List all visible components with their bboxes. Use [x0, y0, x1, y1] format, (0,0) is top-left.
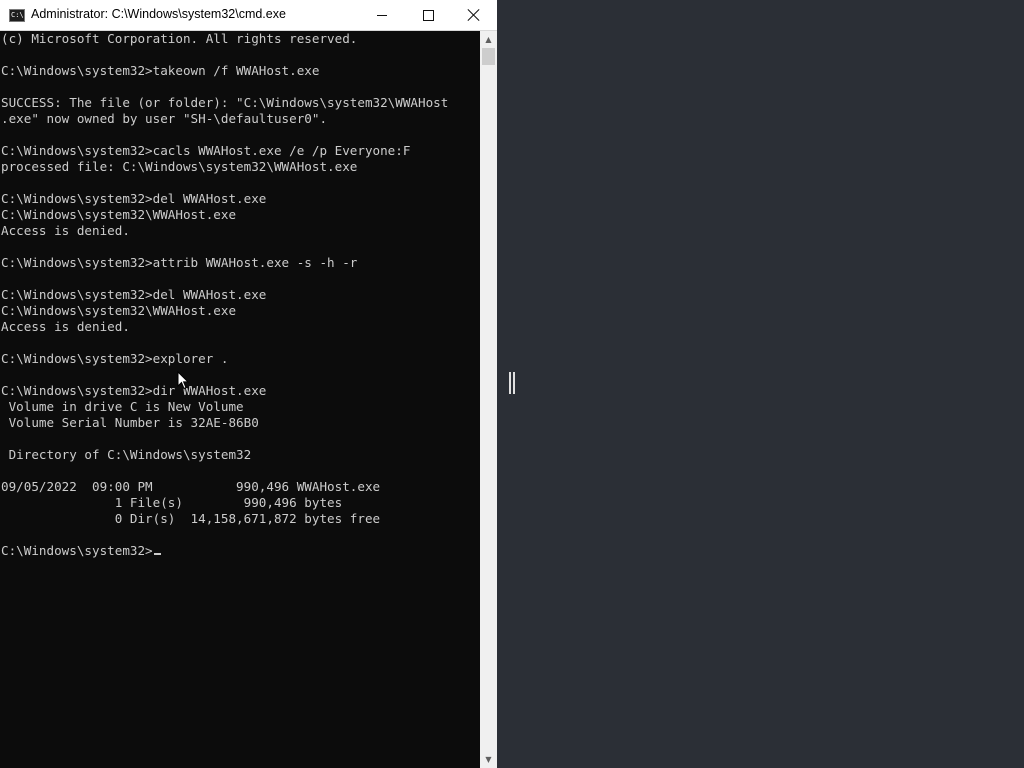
mouse-pointer-icon — [177, 371, 189, 390]
console-line-text: Volume Serial Number is 32AE-86B0 — [1, 415, 259, 430]
console-line: (c) Microsoft Corporation. All rights re… — [1, 31, 479, 47]
console-line: C:\Windows\system32>del WWAHost.exe — [1, 287, 479, 303]
scroll-up-arrow-icon[interactable]: ▲ — [480, 31, 497, 48]
vertical-scrollbar[interactable]: ▲ ▼ — [480, 31, 497, 768]
console-line: Directory of C:\Windows\system32 — [1, 447, 479, 463]
console-output[interactable]: (c) Microsoft Corporation. All rights re… — [1, 31, 479, 768]
console-line: C:\Windows\system32>del WWAHost.exe — [1, 191, 479, 207]
console-line-text: 09/05/2022 09:00 PM 990,496 WWAHost.exe — [1, 479, 381, 494]
console-line-text: 1 File(s) 990,496 bytes — [1, 495, 343, 510]
pane-splitter-handle[interactable] — [508, 372, 516, 394]
console-line: C:\Windows\system32\WWAHost.exe — [1, 207, 479, 223]
console-line-text: C:\Windows\system32>dir WWAHost.exe — [1, 383, 267, 398]
empty-pane — [526, 0, 1024, 768]
console-line-text: C:\Windows\system32>attrib WWAHost.exe -… — [1, 255, 358, 270]
console-line: C:\Windows\system32\WWAHost.exe — [1, 303, 479, 319]
console-line-text: SUCCESS: The file (or folder): "C:\Windo… — [1, 95, 449, 110]
console-line: C:\Windows\system32> — [1, 543, 479, 559]
console-line: C:\Windows\system32>takeown /f WWAHost.e… — [1, 63, 479, 79]
console-line-text: 0 Dir(s) 14,158,671,872 bytes free — [1, 511, 381, 526]
console-line: Volume Serial Number is 32AE-86B0 — [1, 415, 479, 431]
scroll-thumb[interactable] — [482, 48, 495, 65]
console-line-text: C:\Windows\system32> — [1, 543, 153, 558]
close-button[interactable] — [451, 0, 497, 30]
console-line: C:\Windows\system32>cacls WWAHost.exe /e… — [1, 143, 479, 159]
minimize-icon — [377, 14, 387, 16]
cmd-icon[interactable]: C:\ — [9, 9, 25, 22]
console-line: .exe" now owned by user "SH-\defaultuser… — [1, 111, 479, 127]
console-line: Access is denied. — [1, 223, 479, 239]
splitter-grip — [513, 372, 515, 394]
console-line-text: Directory of C:\Windows\system32 — [1, 447, 252, 462]
scroll-down-arrow-icon[interactable]: ▼ — [480, 751, 497, 768]
console-line-text: C:\Windows\system32\WWAHost.exe — [1, 303, 237, 318]
console-line-text: C:\Windows\system32>explorer . — [1, 351, 229, 366]
console-line: processed file: C:\Windows\system32\WWAH… — [1, 159, 479, 175]
title-bar[interactable]: C:\ Administrator: C:\Windows\system32\c… — [0, 0, 497, 31]
console-line: Access is denied. — [1, 319, 479, 335]
console-line: C:\Windows\system32>attrib WWAHost.exe -… — [1, 255, 479, 271]
console-line-text: Access is denied. — [1, 319, 130, 334]
close-icon — [468, 9, 480, 21]
console-line: 09/05/2022 09:00 PM 990,496 WWAHost.exe — [1, 479, 479, 495]
console-line: 1 File(s) 990,496 bytes — [1, 495, 479, 511]
maximize-button[interactable] — [405, 0, 451, 30]
text-cursor — [153, 553, 161, 555]
minimize-button[interactable] — [359, 0, 405, 30]
console-line: SUCCESS: The file (or folder): "C:\Windo… — [1, 95, 479, 111]
console-line-text: .exe" now owned by user "SH-\defaultuser… — [1, 111, 328, 126]
console-line-text: Access is denied. — [1, 223, 130, 238]
console-line-text: C:\Windows\system32>cacls WWAHost.exe /e… — [1, 143, 411, 158]
console-line-text: C:\Windows\system32\WWAHost.exe — [1, 207, 237, 222]
console-line: C:\Windows\system32>dir WWAHost.exe — [1, 383, 479, 399]
console-line-text: C:\Windows\system32>del WWAHost.exe — [1, 191, 267, 206]
console-line: Volume in drive C is New Volume — [1, 399, 479, 415]
console-line: C:\Windows\system32>explorer . — [1, 351, 479, 367]
maximize-icon — [422, 9, 434, 21]
console-line-text: C:\Windows\system32>takeown /f WWAHost.e… — [1, 63, 320, 78]
desktop: C:\ Administrator: C:\Windows\system32\c… — [0, 0, 1024, 768]
console-line-text: processed file: C:\Windows\system32\WWAH… — [1, 159, 358, 174]
console-line-text: (c) Microsoft Corporation. All rights re… — [1, 31, 358, 46]
cmd-window[interactable]: C:\ Administrator: C:\Windows\system32\c… — [0, 0, 497, 768]
splitter-grip — [509, 372, 511, 394]
console-line-text: Volume in drive C is New Volume — [1, 399, 244, 414]
console-line: 0 Dir(s) 14,158,671,872 bytes free — [1, 511, 479, 527]
console-line-text: C:\Windows\system32>del WWAHost.exe — [1, 287, 267, 302]
window-title: Administrator: C:\Windows\system32\cmd.e… — [31, 7, 286, 21]
